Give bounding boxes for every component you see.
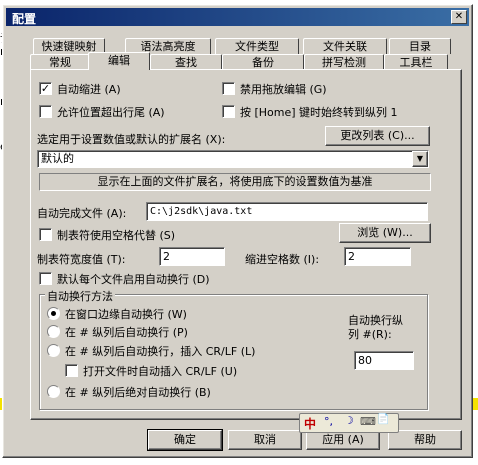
insert-crlf-on-open-label: 打开文件时自动插入 CR/LF (U) [83,365,238,378]
chevron-down-icon[interactable]: ▼ [412,151,428,167]
extension-label: 选定用于设置数值或默认的扩展名 (X): [37,133,226,146]
window-title: 配置 [12,12,37,26]
tab-find[interactable]: 查找 [150,54,222,70]
auto-indent-checkbox[interactable]: ✓ [39,82,52,95]
tab-label: 文件类型 [235,40,279,53]
wrap-insert-crlf-label: 在 # 纵列后自动换行，插入 CR/LF (L) [65,345,256,358]
config-dialog: 配置 ✕ 快速键映射 语法高亮度 文件类型 文件关联 目录 常规 编辑 查找 备… [2,4,473,458]
moon-icon[interactable]: ☽ [344,414,354,427]
tab-backup[interactable]: 备份 [222,54,304,70]
tab-label: 文件关联 [323,40,367,53]
tab-label: 拼写检测 [322,56,366,69]
disable-drag-label: 禁用拖放编辑 (G) [240,83,327,96]
indent-spaces-label: 缩进空格数 (I): [245,253,320,266]
close-icon: ✕ [454,11,464,22]
tab-label: 工具栏 [399,56,433,69]
tab-width-label: 制表符宽度值 (T): [37,253,126,266]
punctuation-icon[interactable]: °, [324,415,333,428]
disable-drag-checkbox[interactable] [222,82,235,95]
absolute-wrap-radio[interactable] [47,385,60,398]
wrap-column-input[interactable]: 80 [354,351,414,370]
wrap-after-column-radio[interactable] [47,325,60,338]
default-wrap-label: 默认每个文件启用自动换行 (D) [57,273,210,286]
wrap-at-window-edge-label: 在窗口边缘自动换行 (W) [65,308,187,321]
extension-select[interactable]: 默认的 ▼ [37,150,429,168]
home-key-checkbox[interactable] [222,105,235,118]
wrap-column-label-line2: 列 #(R): [348,328,392,341]
keyboard-icon[interactable]: ⌨ [360,415,376,428]
tab-label: 备份 [252,56,274,69]
help-button[interactable]: 帮助 [388,430,462,450]
tab-label: 快速键映射 [41,40,97,53]
wrap-method-title: 自动换行方法 [45,288,115,304]
home-key-label: 按 [Home] 键时始终转到纵列 1 [240,106,398,119]
autocomplete-label: 自动完成文件 (A): [37,207,127,220]
tab-to-spaces-label: 制表符使用空格代替 (S) [57,229,176,242]
chinese-mode-icon[interactable]: 中 [304,415,316,432]
tab-width-input[interactable]: 2 [159,247,225,266]
tab-label: 常规 [49,56,71,69]
tab-label: 编辑 [108,54,130,67]
wrap-insert-crlf-radio[interactable] [47,344,60,357]
tab-general[interactable]: 常规 [30,54,90,70]
tab-label: 目录 [409,40,431,53]
absolute-wrap-label: 在 # 纵列后绝对自动换行 (B) [65,386,211,399]
wrap-after-column-label: 在 # 纵列后自动换行 (P) [65,326,188,339]
tab-toolbar[interactable]: 工具栏 [384,54,448,70]
settings-icon[interactable]: 📄 [377,414,389,425]
tab-spell-check[interactable]: 拼写检测 [304,54,384,70]
tab-edit[interactable]: 编辑 [88,52,150,70]
tab-directories[interactable]: 目录 [389,38,451,54]
extension-info-text: 显示在上面的文件扩展名，将使用底下的设置数值为基准 [39,173,431,191]
wrap-at-window-edge-radio[interactable] [47,307,60,320]
auto-indent-label: 自动缩进 (A) [57,83,121,96]
ok-button[interactable]: 确定 [147,429,223,451]
browse-button[interactable]: 浏览 (W)... [339,223,431,243]
tab-file-associations[interactable]: 文件关联 [303,38,387,54]
close-button[interactable]: ✕ [451,10,467,24]
apply-button[interactable]: 应用 (A) [306,430,380,450]
insert-crlf-on-open-checkbox[interactable] [65,364,78,377]
tab-file-types[interactable]: 文件类型 [215,38,299,54]
indent-spaces-input[interactable]: 2 [344,247,411,266]
autocomplete-file-input[interactable]: C:\j2sdk\java.txt [146,202,428,221]
tab-label: 查找 [175,56,197,69]
tab-to-spaces-checkbox[interactable] [39,228,52,241]
title-bar[interactable]: 配置 ✕ [6,8,469,26]
default-wrap-checkbox[interactable] [39,272,52,285]
change-list-button[interactable]: 更改列表 (C)... [325,126,430,146]
cancel-button[interactable]: 取消 [228,430,302,450]
tab-label: 语法高亮度 [140,40,196,53]
ime-toolbar[interactable]: 中 °, ☽ ⌨ 📄 [299,413,399,433]
allow-beyond-eol-checkbox[interactable] [39,105,52,118]
allow-beyond-eol-label: 允许位置超出行尾 (A) [57,106,165,119]
extension-select-value: 默认的 [41,152,74,165]
